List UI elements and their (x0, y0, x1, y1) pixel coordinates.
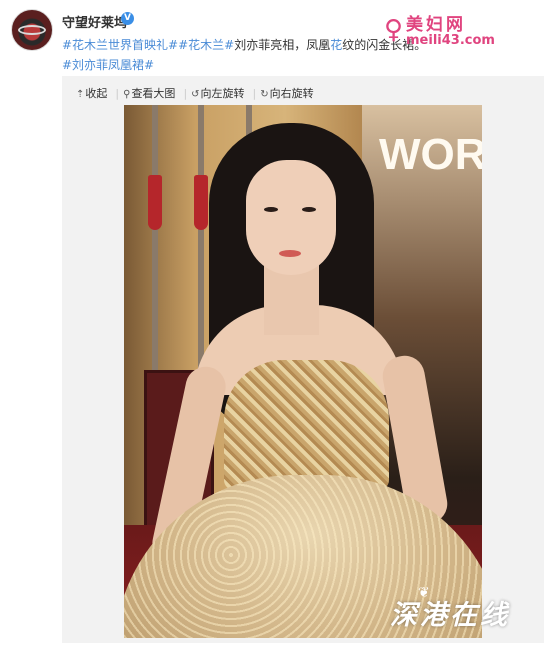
backdrop-lettering: WOR (379, 130, 482, 179)
toolbar-divider: | (115, 87, 120, 100)
post-photo[interactable]: WOR (124, 105, 482, 638)
magnifier-icon: ⚲ (123, 89, 131, 100)
view-large-button[interactable]: ⚲查看大图 (123, 85, 175, 101)
lips (279, 250, 301, 257)
face (246, 160, 336, 275)
watermark-bottom-text: 深港在线 (390, 600, 510, 631)
watermark-url: meili43.com (406, 33, 495, 48)
verified-badge-icon: V (121, 12, 134, 25)
post-text-segment: 刘亦菲亮相，凤凰 (234, 38, 331, 52)
rotate-left-icon: ↺ (191, 89, 200, 100)
avatar-logo-ring (18, 25, 46, 35)
toolbar-divider: | (183, 87, 188, 100)
keyword-link[interactable]: 花 (330, 38, 342, 52)
rotate-right-icon: ↻ (260, 89, 269, 100)
watermark-title: 美妇网 (406, 15, 466, 35)
media-panel: ⇡收起 | ⚲查看大图 | ↺向左旋转 | ↻向右旋转 WOR (62, 76, 544, 643)
eye (264, 207, 278, 212)
media-toolbar: ⇡收起 | ⚲查看大图 | ↺向左旋转 | ↻向右旋转 (76, 85, 318, 101)
collapse-icon: ⇡ (76, 89, 85, 100)
toolbar-divider: | (252, 87, 257, 100)
spear-pole (152, 105, 158, 405)
red-tassel (148, 175, 162, 230)
rotate-right-label: 向右旋转 (269, 87, 314, 100)
rotate-left-button[interactable]: ↺向左旋转 (191, 85, 244, 101)
watermark-logo: ♀ 美妇网 meili43.com (384, 8, 544, 52)
neck (264, 265, 319, 335)
post-text: #花木兰世界首映礼##花木兰#刘亦菲亮相，凤凰花纹的闪金长裙。 (62, 36, 426, 53)
view-large-label: 查看大图 (131, 87, 176, 100)
woman-silhouette-icon: ♀ (384, 15, 404, 45)
collapse-button[interactable]: ⇡收起 (76, 85, 107, 101)
watermark-bottom: ❦ 深港在线 (390, 585, 540, 635)
username[interactable]: 守望好莱坞 (62, 12, 127, 31)
hashtag-link[interactable]: #刘亦菲凤凰裙# (62, 56, 154, 73)
red-tassel (194, 175, 208, 230)
eye (302, 207, 316, 212)
gown-bodice (224, 360, 389, 490)
rotate-right-button[interactable]: ↻向右旋转 (260, 85, 313, 101)
collapse-label: 收起 (85, 87, 108, 100)
avatar[interactable] (11, 9, 53, 51)
hashtag-link[interactable]: #花木兰# (178, 38, 234, 52)
hashtag-link[interactable]: #花木兰世界首映礼# (62, 38, 178, 52)
rotate-left-label: 向左旋转 (200, 87, 245, 100)
